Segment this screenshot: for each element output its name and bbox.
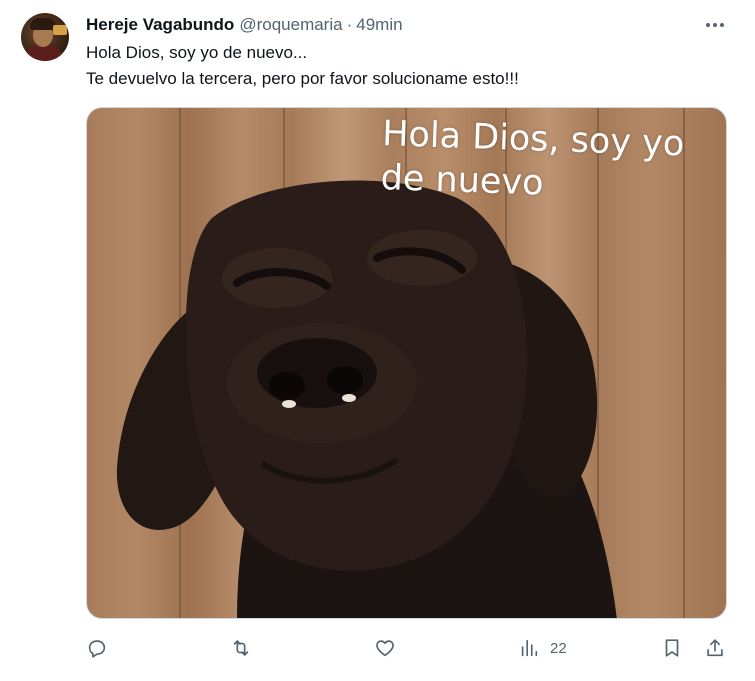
author-handle[interactable]: @roquemaria	[239, 15, 342, 35]
tweet-text: Hola Dios, soy yo de nuevo... Te devuelv…	[86, 40, 519, 92]
share-button[interactable]	[704, 630, 726, 666]
tweet-actions: 22	[0, 630, 755, 666]
meme-caption: Hola Dios, soy yo de nuevo	[380, 112, 723, 212]
avatar-badge	[53, 25, 67, 35]
more-options-button[interactable]	[700, 12, 730, 38]
tweet-media-image[interactable]: Hola Dios, soy yo de nuevo	[86, 107, 727, 619]
like-button[interactable]	[374, 630, 396, 666]
tweet-header: Hereje Vagabundo @roquemaria · 49min	[86, 14, 403, 36]
views-button[interactable]: 22	[518, 630, 567, 666]
separator-dot: ·	[346, 15, 353, 34]
author-name[interactable]: Hereje Vagabundo	[86, 15, 234, 35]
tweet-time[interactable]: 49min	[356, 15, 402, 35]
views-count: 22	[550, 639, 567, 657]
reply-button[interactable]	[86, 630, 108, 666]
retweet-button[interactable]	[230, 630, 252, 666]
more-icon	[706, 23, 724, 27]
share-icon	[707, 639, 723, 657]
avatar[interactable]	[21, 13, 69, 61]
tweet[interactable]: Hereje Vagabundo @roquemaria · 49min Hol…	[0, 0, 755, 681]
tweet-text-line: Te devuelvo la tercera, pero por favor s…	[86, 69, 519, 88]
heart-icon	[376, 640, 394, 657]
bookmark-button[interactable]	[661, 630, 683, 666]
tweet-text-line: Hola Dios, soy yo de nuevo...	[86, 43, 308, 62]
retweet-icon	[233, 640, 249, 656]
reply-icon	[88, 640, 106, 658]
bookmark-icon	[665, 639, 679, 657]
avatar-body	[25, 45, 63, 61]
views-icon	[521, 639, 538, 657]
